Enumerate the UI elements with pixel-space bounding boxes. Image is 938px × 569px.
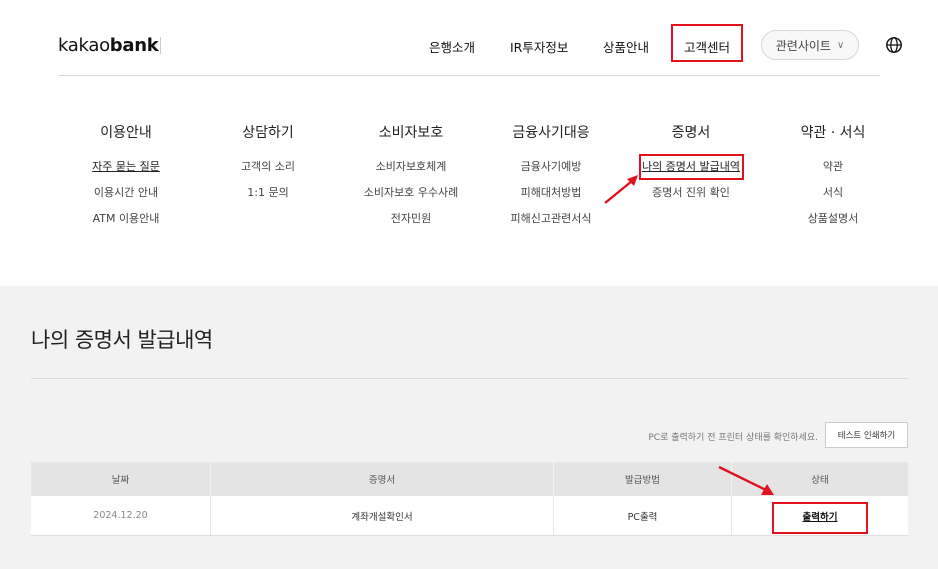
menu-link-protection-system[interactable]: 소비자보호체계 [341,158,481,173]
menu-col-consult: 상담하기 고객의 소리 1:1 문의 [198,122,338,199]
menu-title-consult: 상담하기 [242,125,294,141]
menu-link-product-docs[interactable]: 상품설명서 [763,210,903,225]
red-arrow-icon [604,175,638,204]
cell-method: PC출력 [554,496,732,535]
my-certificates-highlight [639,154,744,180]
menu-col-usage: 이용안내 자주 묻는 질문 이용시간 안내 ATM 이용안내 [56,122,196,225]
logo-divider [160,37,161,54]
top-header: kakaobank 은행소개 IR투자정보 상품안내 고객센터 관련사이트 ∨ [0,0,938,76]
menu-link-verify-certificate[interactable]: 증명서 진위 확인 [621,184,761,199]
header-certificate: 증명서 [211,462,554,496]
related-sites-dropdown[interactable]: 관련사이트 ∨ [761,30,859,60]
menu-link-hours[interactable]: 이용시간 안내 [56,184,196,199]
menu-link-damage-forms[interactable]: 피해신고관련서식 [481,210,621,225]
test-print-button[interactable]: 테스트 인쇄하기 [825,422,908,448]
nav-products[interactable]: 상품안내 [603,37,649,56]
menu-link-fraud-prevention[interactable]: 금융사기예방 [481,158,621,173]
nav-ir-info[interactable]: IR투자정보 [510,37,568,56]
header-date: 날짜 [31,462,211,496]
certificate-history-section: 나의 증명서 발급내역 PC로 출력하기 전 프린터 상태를 확인하세요. 테스… [0,286,938,569]
page-title: 나의 증명서 발급내역 [31,328,213,352]
menu-link-terms[interactable]: 약관 [763,158,903,173]
menu-title-certificates: 증명서 [671,125,711,141]
menu-link-forms[interactable]: 서식 [763,184,903,199]
related-sites-label: 관련사이트 [775,38,831,53]
nav-bank-intro[interactable]: 은행소개 [429,37,475,56]
kakaobank-logo[interactable]: kakaobank [58,35,159,56]
menu-col-terms: 약관 · 서식 약관 서식 상품설명서 [763,122,903,225]
mega-menu: 이용안내 자주 묻는 질문 이용시간 안내 ATM 이용안내 상담하기 고객의 … [0,76,938,286]
globe-icon[interactable] [885,36,903,54]
section-divider [31,378,908,379]
red-arrow-icon [718,465,774,495]
menu-link-faq[interactable]: 자주 묻는 질문 [56,158,196,173]
print-link-highlight [772,502,868,534]
menu-link-e-complaint[interactable]: 전자민원 [341,210,481,225]
menu-title-terms: 약관 · 서식 [800,125,866,141]
menu-link-protection-cases[interactable]: 소비자보호 우수사례 [341,184,481,199]
menu-link-damage-response[interactable]: 피해대처방법 [481,184,621,199]
menu-link-atm[interactable]: ATM 이용안내 [56,210,196,225]
chevron-down-icon: ∨ [836,39,845,51]
menu-link-voice[interactable]: 고객의 소리 [198,158,338,173]
printer-notice: PC로 출력하기 전 프린터 상태를 확인하세요. [648,433,818,443]
customer-center-highlight [671,24,743,62]
cell-date: 2024.12.20 [31,496,211,535]
header-method: 발급방법 [554,462,732,496]
menu-title-protection: 소비자보호 [378,125,444,141]
menu-title-fraud: 금융사기대응 [512,125,590,141]
menu-title-usage: 이용안내 [100,125,152,141]
menu-link-inquiry[interactable]: 1:1 문의 [198,184,338,199]
menu-col-fraud: 금융사기대응 금융사기예방 피해대처방법 피해신고관련서식 [481,122,621,225]
menu-col-protection: 소비자보호 소비자보호체계 소비자보호 우수사례 전자민원 [341,122,481,225]
cell-certificate: 계좌개설확인서 [211,496,554,535]
